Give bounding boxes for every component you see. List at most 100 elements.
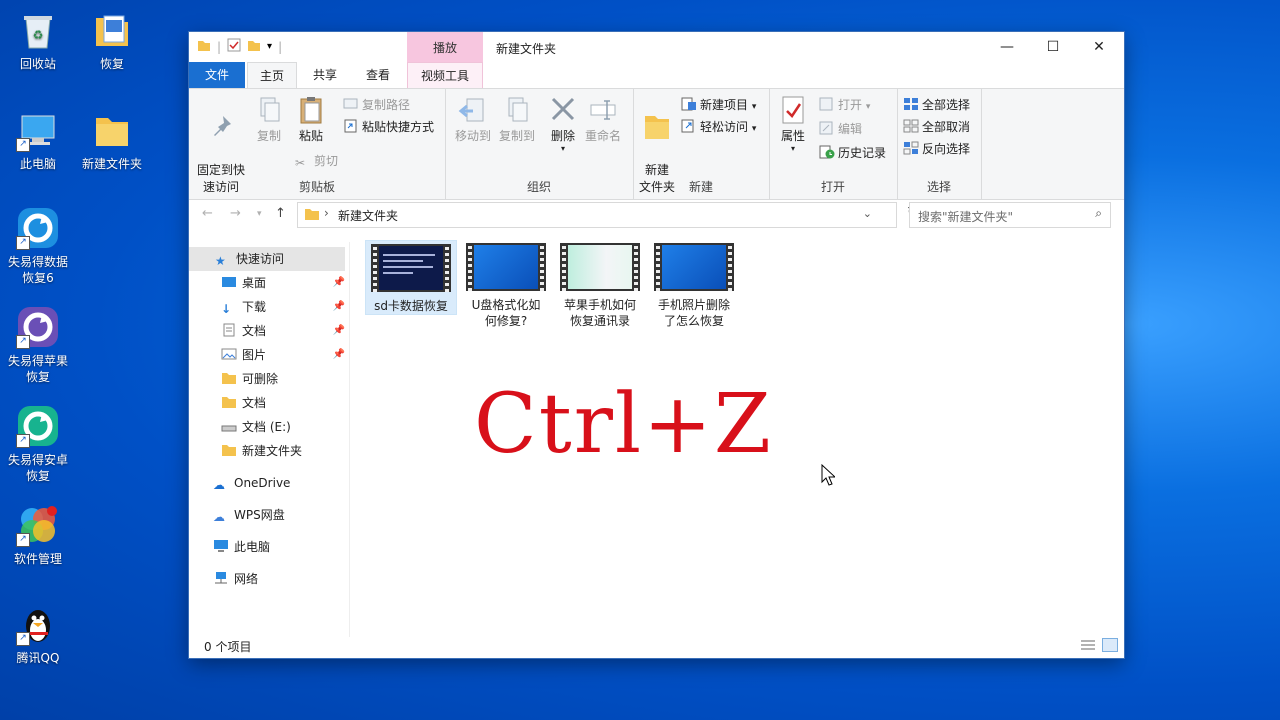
tab-video-tools[interactable]: 视频工具 xyxy=(407,62,483,89)
copy-to-icon xyxy=(501,95,533,125)
paste-shortcut-button[interactable]: 粘贴快捷方式 xyxy=(343,117,434,137)
nav-this-pc[interactable]: 此电脑 xyxy=(189,535,349,559)
cut-button[interactable]: ✂ 剪切 xyxy=(295,151,338,171)
navigation-pane: ★ 快速访问 桌面 📌 ↓ 下载 📌 文档 📌 图片 📌 可删除 文档 文档 (E:) 新建… xyxy=(189,242,350,637)
new-item-button[interactable]: 新建项目 ▾ xyxy=(681,95,756,115)
nav-item-drive-e[interactable]: 文档 (E:) xyxy=(189,415,349,439)
maximize-button[interactable]: ☐ xyxy=(1030,32,1076,62)
quick-access-toolbar: | ▾ | xyxy=(197,38,282,55)
paste-button[interactable]: 粘贴 xyxy=(291,95,331,145)
back-arrow-icon[interactable]: ← xyxy=(202,206,213,221)
nav-wps-drive[interactable]: ☁ WPS网盘 xyxy=(189,503,349,527)
nav-item-documents-folder[interactable]: 文档 xyxy=(189,391,349,415)
mouse-cursor-icon xyxy=(821,463,837,489)
forward-arrow-icon[interactable]: → xyxy=(230,206,241,221)
recent-dropdown-icon[interactable]: ▾ xyxy=(257,209,262,219)
overlay-shortcut-text: Ctrl+Z xyxy=(474,377,773,472)
folder-icon xyxy=(221,393,237,408)
tab-home[interactable]: 主页 xyxy=(247,62,297,89)
pin-icon: 📌 xyxy=(332,301,345,312)
address-dropdown-icon[interactable]: ⌄ xyxy=(863,207,872,220)
qat-dropdown-icon[interactable]: ▾ xyxy=(267,41,272,52)
tab-file[interactable]: 文件 xyxy=(189,62,245,88)
invert-selection-button[interactable]: 反向选择 xyxy=(903,139,970,159)
shortcut-arrow-icon: ↗ xyxy=(16,533,30,547)
file-name: sd卡数据恢复 xyxy=(374,299,448,313)
pin-icon xyxy=(205,112,237,142)
folder-small-icon[interactable] xyxy=(197,38,211,55)
desktop-icon-this-pc[interactable]: ↗ 此电脑 xyxy=(0,108,76,172)
pin-icon: 📌 xyxy=(332,277,345,288)
picture-icon xyxy=(221,345,237,360)
easy-access-icon xyxy=(681,119,697,133)
select-none-button[interactable]: 全部取消 xyxy=(903,117,970,137)
explorer-window: | ▾ | 播放 新建文件夹 — ☐ ✕ 文件 主页 共享 查看 视频工具 ︿ … xyxy=(189,32,1124,658)
desktop-icon-software-manager[interactable]: ↗ 软件管理 xyxy=(0,503,76,567)
nav-onedrive[interactable]: ☁ OneDrive xyxy=(189,471,349,495)
nav-item-documents[interactable]: 文档 📌 xyxy=(189,319,349,343)
nav-item-new-folder[interactable]: 新建文件夹 xyxy=(189,439,349,463)
folder-icon xyxy=(221,369,237,384)
copy-path-button[interactable]: 复制路径 xyxy=(343,95,410,115)
desktop-icon-new-folder[interactable]: 新建文件夹 xyxy=(74,108,150,172)
search-box[interactable]: 搜索"新建文件夹" ⌕ xyxy=(909,202,1111,228)
copy-button[interactable]: 复制 xyxy=(249,95,289,145)
nav-item-removable[interactable]: 可删除 xyxy=(189,367,349,391)
easy-access-button[interactable]: 轻松访问 ▾ xyxy=(681,117,756,137)
move-to-button[interactable]: 移动到 xyxy=(451,95,495,145)
file-item-iphone-contacts[interactable]: 苹果手机如何 恢复通讯录 xyxy=(555,240,645,329)
desktop-icon-restore[interactable]: 恢复 xyxy=(74,8,150,72)
window-title: 新建文件夹 xyxy=(496,42,557,56)
nav-item-downloads[interactable]: ↓ 下载 📌 xyxy=(189,295,349,319)
recovery-app-icon: ↗ xyxy=(16,206,60,250)
group-label-organize: 组织 xyxy=(526,180,551,194)
file-item-phone-photos[interactable]: 手机照片删除 了怎么恢复 xyxy=(649,240,739,329)
select-all-button[interactable]: 全部选择 xyxy=(903,95,970,115)
close-button[interactable]: ✕ xyxy=(1076,32,1122,62)
file-item-usb-format[interactable]: U盘格式化如 何修复? xyxy=(461,240,551,329)
file-item-sd-recovery[interactable]: sd卡数据恢复 xyxy=(365,240,457,315)
delete-x-icon xyxy=(547,95,579,125)
large-icons-view-icon[interactable] xyxy=(1102,638,1118,652)
ribbon: 固定到快 速访问 复制 粘贴 复制路径 粘贴快捷方式 ✂剪切 剪贴板 移动到 xyxy=(189,88,1124,200)
nav-quick-access[interactable]: ★ 快速访问 xyxy=(189,247,345,271)
desktop-icon-shiyide-android[interactable]: ↗ 失易得安卓 恢复 xyxy=(0,404,76,484)
folder-doc-icon xyxy=(90,8,134,52)
address-bar[interactable]: › 新建文件夹 ⌄ ↻ xyxy=(297,202,918,228)
desktop-icon-shiyide-data[interactable]: ↗ 失易得数据 恢复6 xyxy=(0,206,76,286)
ribbon-group-new: 新建 文件夹 新建项目 ▾ 轻松访问 ▾ 新建 xyxy=(633,89,770,199)
desktop-icon-qq[interactable]: ↗ 腾讯QQ xyxy=(0,602,76,666)
copy-to-button[interactable]: 复制到 xyxy=(495,95,539,145)
group-label-select: 选择 xyxy=(926,180,951,194)
up-arrow-icon[interactable]: ↑ xyxy=(275,206,286,221)
minimize-button[interactable]: — xyxy=(984,32,1030,62)
search-input[interactable]: 搜索"新建文件夹" xyxy=(918,208,1013,225)
desktop-icon-shiyide-apple[interactable]: ↗ 失易得苹果 恢复 xyxy=(0,305,76,385)
properties-check-icon[interactable] xyxy=(227,38,241,55)
history-clock-icon xyxy=(819,145,835,159)
new-folder-small-icon[interactable] xyxy=(247,38,261,55)
delete-button[interactable]: 删除 ▾ xyxy=(545,95,581,153)
details-view-icon[interactable] xyxy=(1080,638,1096,655)
properties-button[interactable]: 属性 ▾ xyxy=(773,95,813,153)
rename-button[interactable]: 重命名 xyxy=(581,95,625,145)
tab-view[interactable]: 查看 xyxy=(354,62,402,88)
download-arrow-icon: ↓ xyxy=(221,302,232,316)
folder-icon xyxy=(90,108,134,152)
easy-access-dropdown-icon: ▾ xyxy=(751,124,757,134)
desktop-icon-label: 回收站 xyxy=(19,57,56,71)
edit-button[interactable]: 编辑 xyxy=(819,119,862,139)
nav-item-pictures[interactable]: 图片 📌 xyxy=(189,343,349,367)
history-button[interactable]: 历史记录 xyxy=(819,143,886,163)
nav-network[interactable]: 网络 xyxy=(189,567,349,591)
desktop-icon-recycle-bin[interactable]: ♻ 回收站 xyxy=(0,8,76,72)
shortcut-arrow-icon: ↗ xyxy=(16,138,30,152)
tab-share[interactable]: 共享 xyxy=(301,62,349,88)
shortcut-arrow-icon: ↗ xyxy=(16,335,30,349)
edit-icon xyxy=(819,121,835,135)
open-button[interactable]: 打开 ▾ xyxy=(819,95,870,115)
video-thumbnail xyxy=(371,244,451,292)
shortcut-arrow-icon: ↗ xyxy=(16,632,30,646)
group-label-clipboard: 剪贴板 xyxy=(298,180,335,194)
nav-item-desktop[interactable]: 桌面 📌 xyxy=(189,271,349,295)
